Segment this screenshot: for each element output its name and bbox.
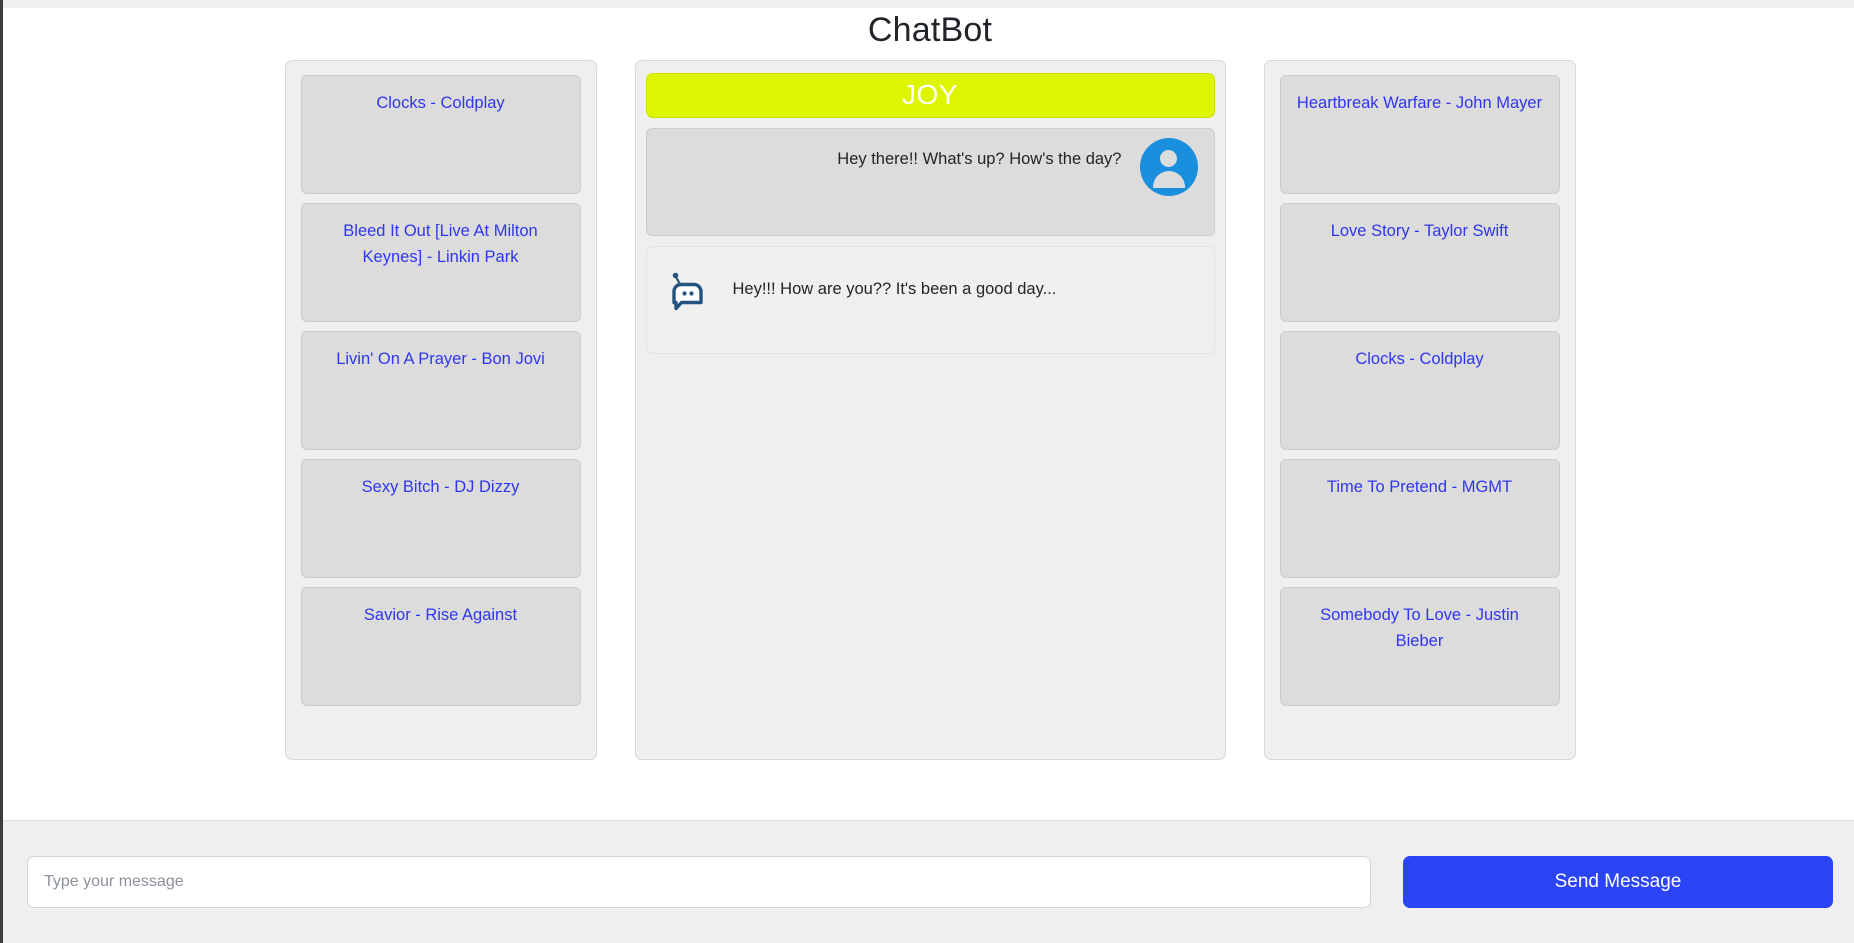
song-title[interactable]: Livin' On A Prayer - Bon Jovi: [318, 346, 564, 372]
song-title[interactable]: Somebody To Love - Justin Bieber: [1297, 602, 1543, 654]
send-message-button[interactable]: Send Message: [1403, 856, 1833, 908]
message-input[interactable]: [27, 856, 1371, 908]
song-title[interactable]: Clocks - Coldplay: [1297, 346, 1543, 372]
song-title[interactable]: Clocks - Coldplay: [318, 90, 564, 116]
main-columns: Clocks - Coldplay Bleed It Out [Live At …: [3, 60, 1854, 760]
list-item[interactable]: Bleed It Out [Live At Milton Keynes] - L…: [300, 203, 581, 322]
list-item[interactable]: Somebody To Love - Justin Bieber: [1279, 587, 1560, 706]
message-composer: Send Message: [3, 820, 1854, 943]
chat-message-bot: Hey!!! How are you?? It's been a good da…: [645, 246, 1215, 354]
song-title[interactable]: Savior - Rise Against: [318, 602, 564, 628]
user-avatar-icon: [1139, 138, 1198, 196]
message-text: Hey!!! How are you?? It's been a good da…: [732, 280, 1057, 298]
app-root: ChatBot Clocks - Coldplay Bleed It Out […: [0, 0, 1854, 943]
bot-avatar-icon: [663, 267, 711, 315]
list-item[interactable]: Time To Pretend - MGMT: [1279, 459, 1560, 578]
song-title[interactable]: Sexy Bitch - DJ Dizzy: [318, 474, 564, 500]
mood-banner: JOY: [645, 73, 1215, 118]
left-playlist-panel: Clocks - Coldplay Bleed It Out [Live At …: [284, 60, 597, 760]
mood-label: JOY: [902, 79, 958, 110]
message-text: Hey there!! What's up? How's the day?: [837, 150, 1122, 168]
chat-message-user: Hey there!! What's up? How's the day?: [645, 128, 1215, 236]
list-item[interactable]: Savior - Rise Against: [300, 587, 581, 706]
avatar-body-shape: [1152, 171, 1185, 188]
song-title[interactable]: Time To Pretend - MGMT: [1297, 474, 1543, 500]
song-title[interactable]: Bleed It Out [Live At Milton Keynes] - L…: [318, 218, 564, 270]
list-item[interactable]: Sexy Bitch - DJ Dizzy: [300, 459, 581, 578]
avatar-head-shape: [1160, 150, 1177, 167]
list-item[interactable]: Clocks - Coldplay: [1279, 331, 1560, 450]
song-title[interactable]: Love Story - Taylor Swift: [1297, 218, 1543, 244]
right-playlist-panel: Heartbreak Warfare - John Mayer Love Sto…: [1263, 60, 1576, 760]
list-item[interactable]: Livin' On A Prayer - Bon Jovi: [300, 331, 581, 450]
page-title: ChatBot: [867, 11, 993, 49]
chat-panel: JOY Hey there!! What's up? How's the day…: [634, 60, 1226, 760]
list-item[interactable]: Love Story - Taylor Swift: [1279, 203, 1560, 322]
list-item[interactable]: Clocks - Coldplay: [300, 75, 581, 194]
list-item[interactable]: Heartbreak Warfare - John Mayer: [1279, 75, 1560, 194]
top-chrome-strip: [3, 0, 1854, 8]
song-title[interactable]: Heartbreak Warfare - John Mayer: [1297, 90, 1543, 116]
